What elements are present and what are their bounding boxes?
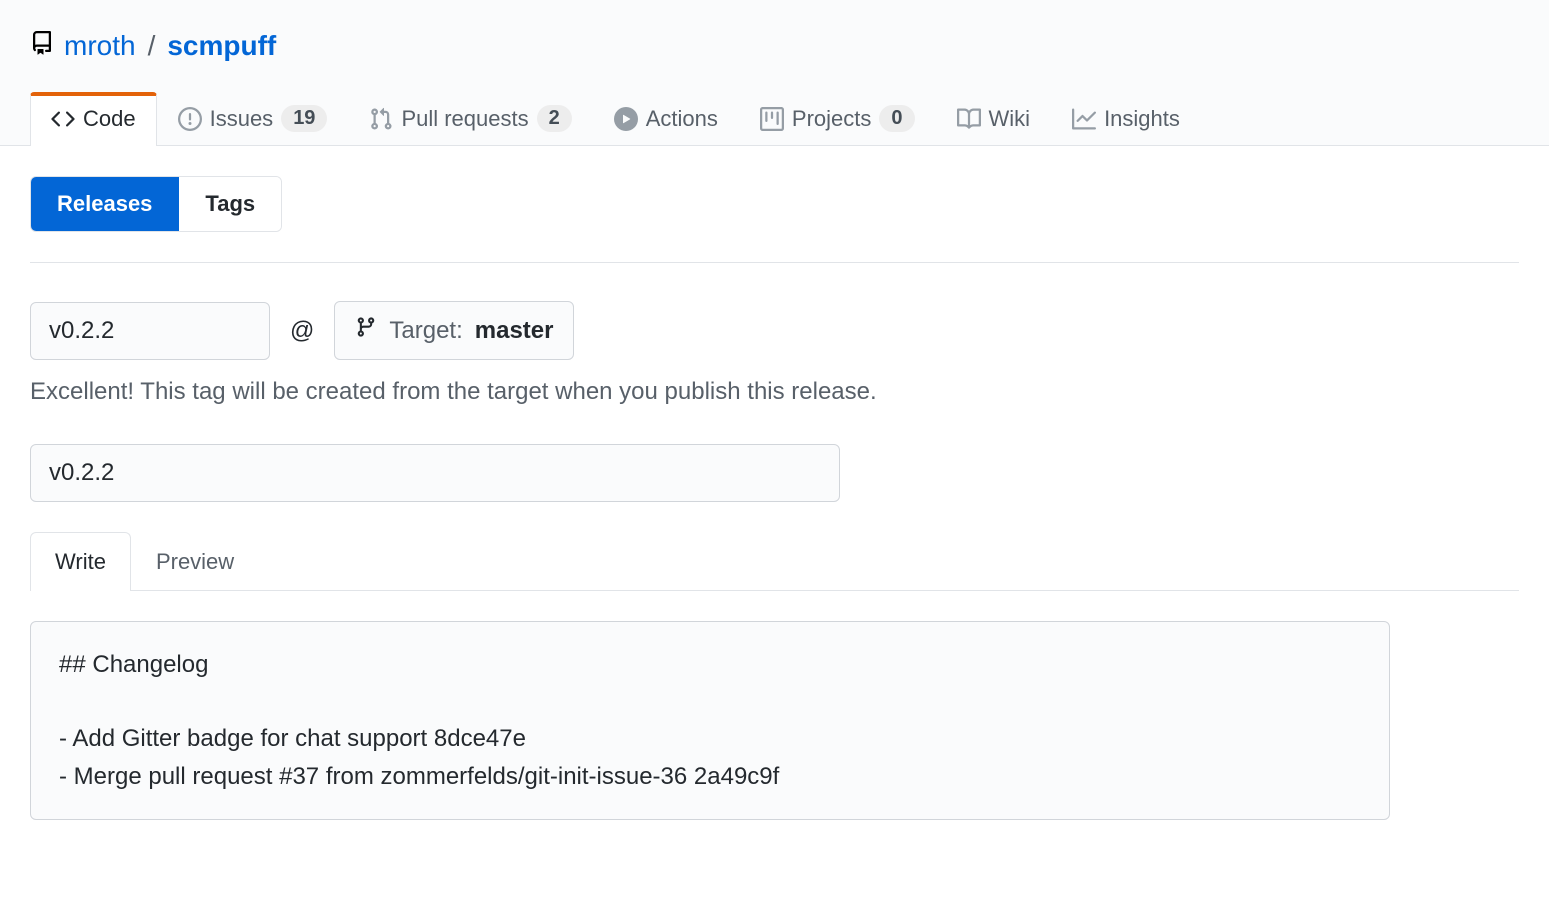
tab-wiki[interactable]: Wiki xyxy=(936,91,1052,146)
target-branch-name: master xyxy=(475,317,554,345)
tab-label: Pull requests xyxy=(401,106,528,132)
book-icon xyxy=(957,107,981,131)
tab-actions[interactable]: Actions xyxy=(593,91,739,146)
repo-name-link[interactable]: scmpuff xyxy=(167,30,276,61)
tab-code[interactable]: Code xyxy=(30,92,157,146)
tag-version-input[interactable] xyxy=(30,302,270,360)
tab-label: Wiki xyxy=(989,106,1031,132)
project-icon xyxy=(760,107,784,131)
tab-issues[interactable]: Issues 19 xyxy=(157,90,349,146)
divider xyxy=(30,262,1519,263)
editor-tabs: Write Preview xyxy=(30,532,1519,591)
tab-label: Issues xyxy=(210,106,274,132)
tab-pull-requests[interactable]: Pull requests 2 xyxy=(348,90,592,146)
repo-title: mroth / scmpuff xyxy=(30,30,1519,62)
tab-insights[interactable]: Insights xyxy=(1051,91,1201,146)
tab-label: Actions xyxy=(646,106,718,132)
repo-icon xyxy=(30,30,54,62)
subnav-tags[interactable]: Tags xyxy=(179,177,281,231)
repo-owner-link[interactable]: mroth xyxy=(64,30,136,62)
code-icon xyxy=(51,107,75,131)
release-title-input[interactable] xyxy=(30,444,840,502)
target-branch-button[interactable]: Target: master xyxy=(334,301,574,360)
tab-label: Insights xyxy=(1104,106,1180,132)
graph-icon xyxy=(1072,107,1096,131)
tab-label: Code xyxy=(83,106,136,132)
editor-tab-preview[interactable]: Preview xyxy=(131,532,259,591)
target-label: Target: xyxy=(389,317,462,345)
repo-nav: Code Issues 19 Pull requests 2 xyxy=(30,90,1519,146)
tab-projects[interactable]: Projects 0 xyxy=(739,90,936,146)
play-icon xyxy=(614,107,638,131)
releases-tags-subnav: Releases Tags xyxy=(30,176,282,232)
at-sign: @ xyxy=(290,317,314,345)
subnav-releases[interactable]: Releases xyxy=(31,177,179,231)
git-branch-icon xyxy=(355,316,377,345)
issue-opened-icon xyxy=(178,107,202,131)
release-description-textarea[interactable]: ## Changelog - Add Gitter badge for chat… xyxy=(30,621,1390,820)
git-pull-request-icon xyxy=(369,107,393,131)
tab-count: 0 xyxy=(879,105,914,132)
editor-tab-write[interactable]: Write xyxy=(30,532,131,591)
tag-status-note: Excellent! This tag will be created from… xyxy=(30,378,1519,406)
tab-label: Projects xyxy=(792,106,871,132)
repo-separator: / xyxy=(148,30,156,62)
tab-count: 19 xyxy=(281,105,327,132)
tab-count: 2 xyxy=(537,105,572,132)
